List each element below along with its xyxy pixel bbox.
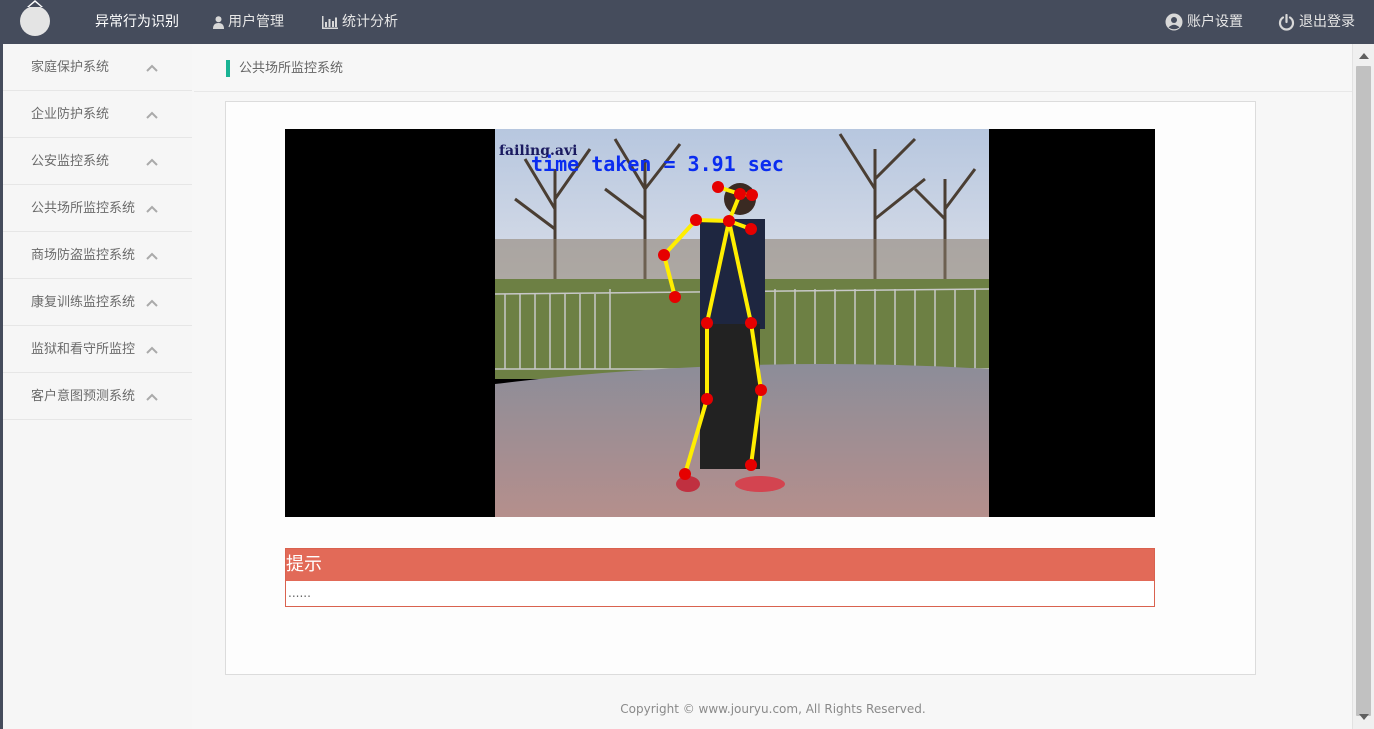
top-navbar: 异常行为识别 用户管理 统计分析 账户设置 退出登录 (0, 0, 1374, 44)
power-icon (1278, 13, 1295, 31)
sidebar-item-police-monitoring[interactable]: 公安监控系统 (3, 138, 192, 185)
breadcrumb-divider (194, 91, 1352, 92)
sidebar-item-rehab-training[interactable]: 康复训练监控系统 (3, 279, 192, 326)
nav-abnormal-behavior[interactable]: 异常行为识别 (95, 0, 179, 44)
bar-chart-icon (322, 15, 338, 29)
nav-user-management[interactable]: 用户管理 (213, 0, 284, 44)
sidebar-item-customer-intent[interactable]: 客户意图预测系统 (3, 373, 192, 420)
chevron-up-icon (146, 111, 158, 119)
breadcrumb: 公共场所监控系统 (226, 60, 343, 77)
sidebar-item-mall-antitheft[interactable]: 商场防盗监控系统 (3, 232, 192, 279)
logo[interactable] (18, 0, 54, 36)
video-time-overlay: time taken = 3.91 sec (531, 152, 784, 176)
tip-body: ...... (288, 586, 311, 600)
video-player[interactable]: failing.avi time taken = 3.91 sec (285, 129, 1155, 517)
scroll-thumb[interactable] (1356, 66, 1371, 716)
scroll-up-arrow-icon[interactable] (1359, 53, 1369, 59)
chevron-up-icon (146, 205, 158, 213)
user-circle-icon (1165, 13, 1183, 31)
chevron-up-icon (146, 393, 158, 401)
footer-copyright: Copyright © www.jouryu.com, All Rights R… (620, 702, 926, 716)
sidebar-item-home-protection[interactable]: 家庭保护系统 (3, 44, 192, 91)
sidebar-item-enterprise-protection[interactable]: 企业防护系统 (3, 91, 192, 138)
chevron-up-icon (146, 158, 158, 166)
tip-box: 提示 ...... (285, 548, 1155, 607)
logo-circle-icon (20, 6, 50, 36)
chevron-up-icon (146, 346, 158, 354)
caret-up-icon (27, 0, 43, 7)
video-frame: failing.avi time taken = 3.91 sec (495, 129, 989, 517)
page-scrollbar[interactable] (1352, 44, 1374, 729)
logout-link[interactable]: 退出登录 (1278, 0, 1355, 44)
chevron-up-icon (146, 299, 158, 307)
user-icon (213, 15, 224, 29)
tip-title: 提示 (286, 549, 1154, 581)
chevron-up-icon (146, 64, 158, 72)
scroll-down-arrow-icon[interactable] (1359, 714, 1369, 720)
sidebar-item-prison-monitoring[interactable]: 监狱和看守所监控 (3, 326, 192, 373)
account-settings-link[interactable]: 账户设置 (1165, 0, 1243, 44)
nav-statistics[interactable]: 统计分析 (322, 0, 398, 44)
sidebar-item-public-place-monitoring[interactable]: 公共场所监控系统 (3, 185, 192, 232)
sidebar: 家庭保护系统 企业防护系统 公安监控系统 公共场所监控系统 商场防盗监控系统 康… (0, 44, 192, 729)
chevron-up-icon (146, 252, 158, 260)
